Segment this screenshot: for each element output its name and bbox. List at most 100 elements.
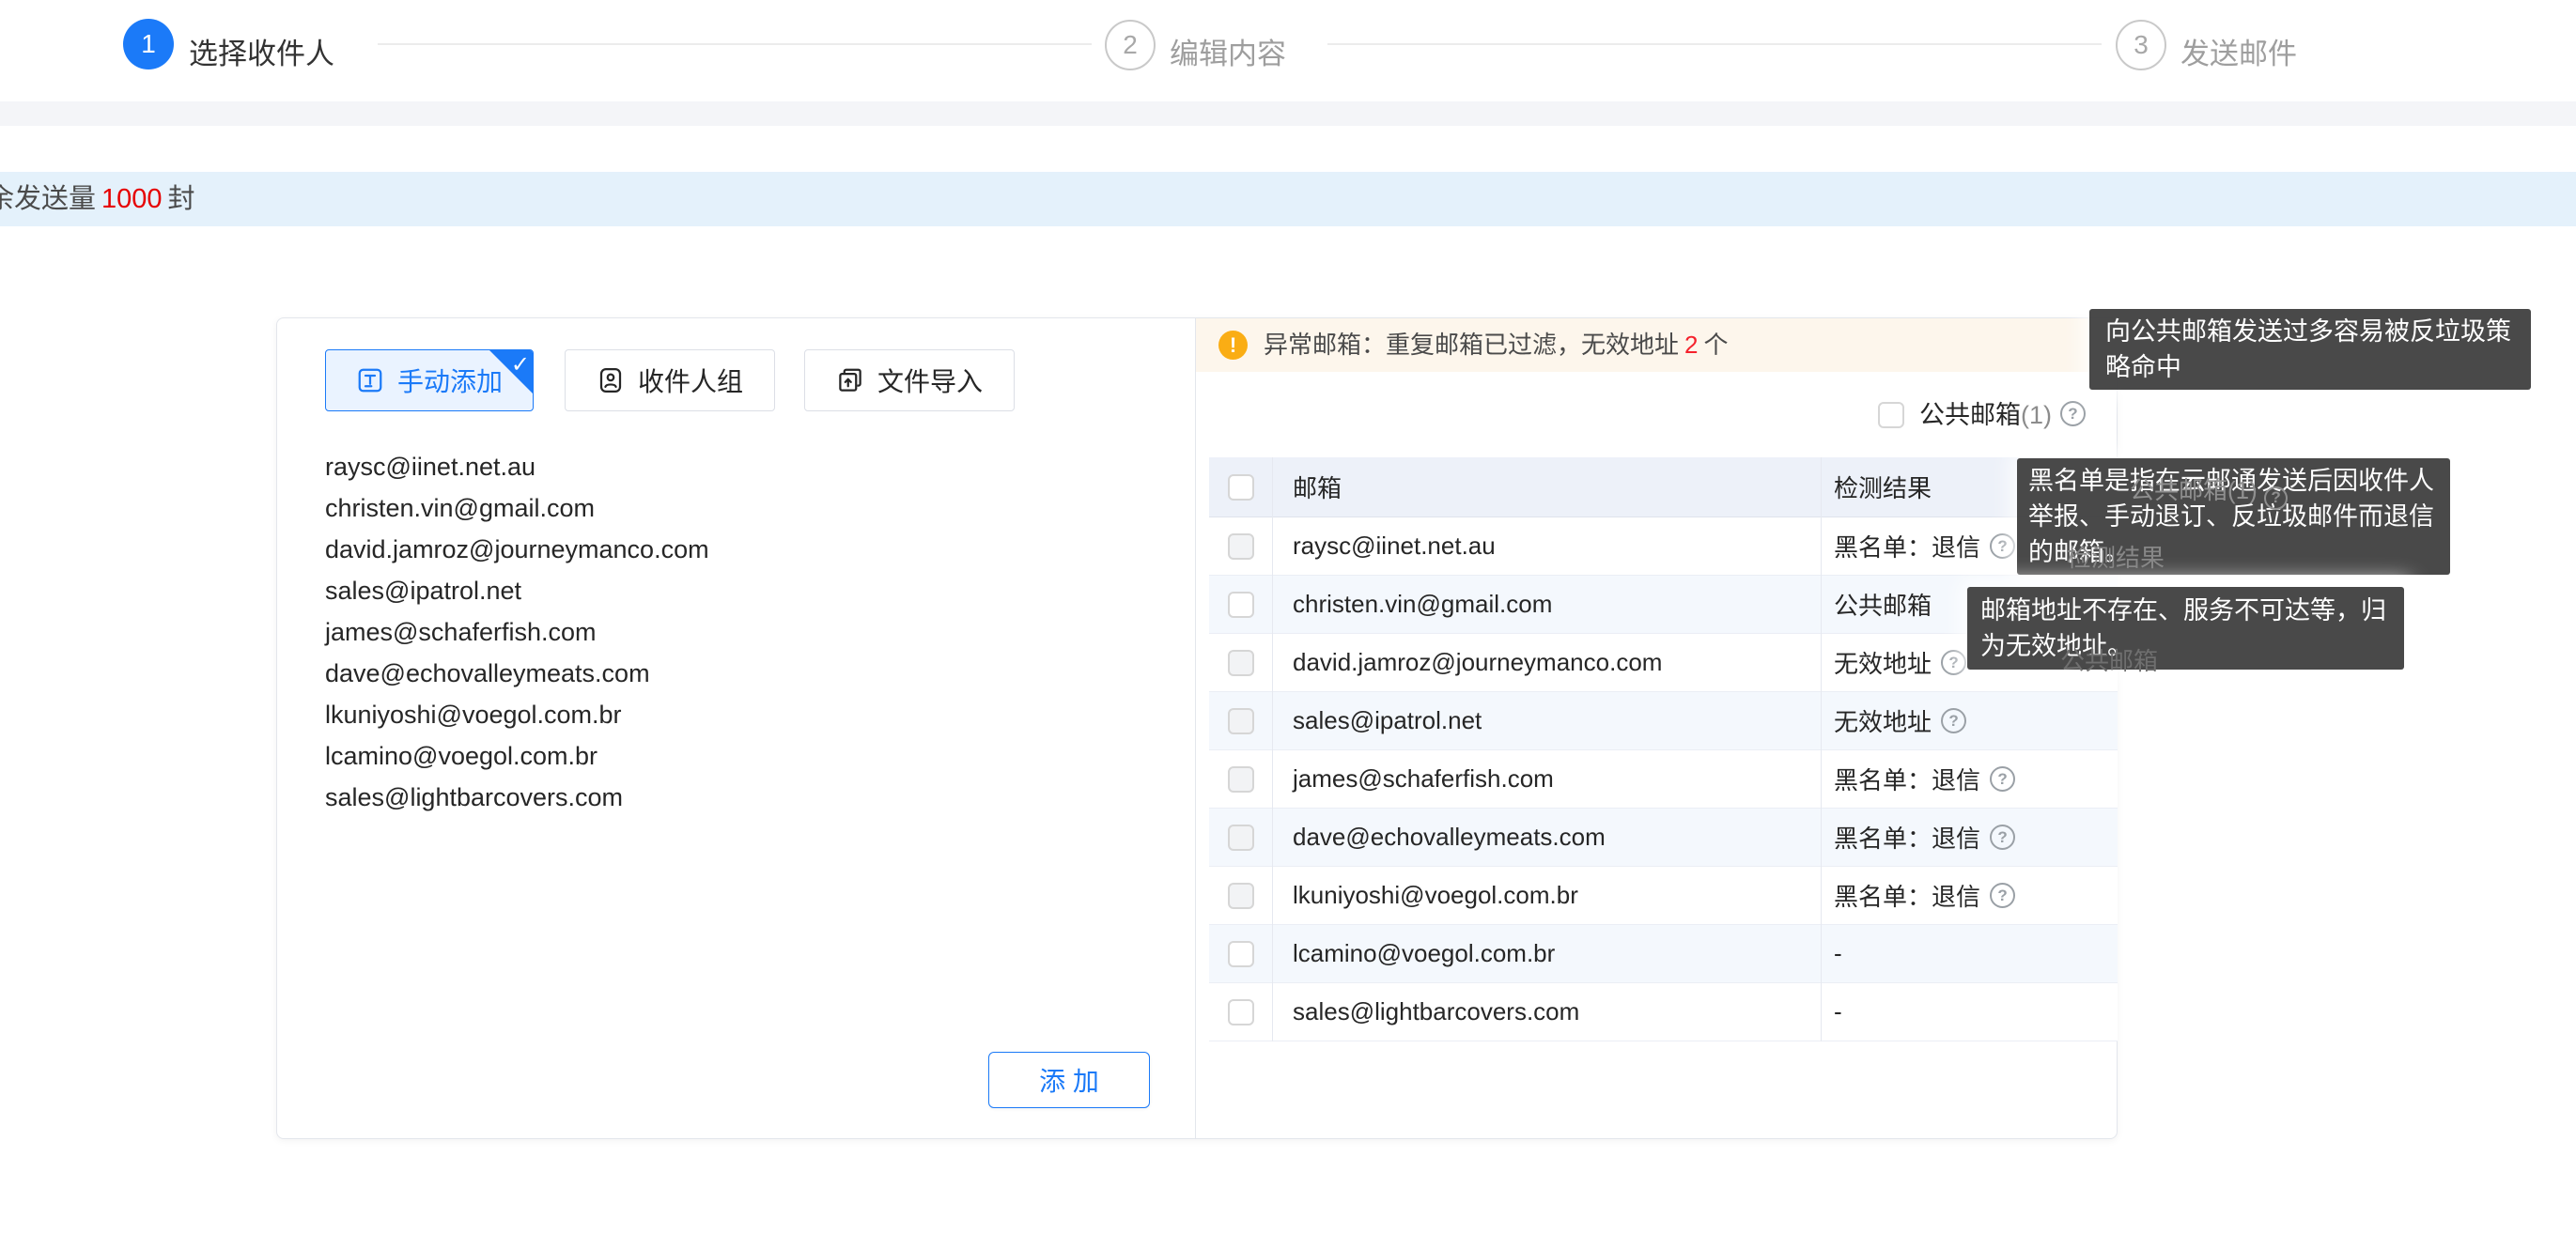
result-help-icon[interactable]: [1990, 883, 2015, 908]
row-checkbox[interactable]: [1228, 883, 1254, 909]
email-line: christen.vin@gmail.com: [325, 487, 1133, 529]
tab-manual-add-label: 手动添加: [397, 362, 503, 399]
quota-value: 1000: [96, 184, 168, 214]
tooltip-line: 略命中: [2105, 349, 2515, 385]
quota-bar: 余发送量1000封: [0, 172, 2576, 226]
row-checkbox[interactable]: [1228, 592, 1254, 618]
recipient-card: 手动添加 收件人组 文件导入: [276, 317, 2118, 1139]
bulk-mail-send-page: 1 选择收件人 2 编辑内容 3 发送邮件 余发送量1000封 手动添加: [0, 0, 2576, 1249]
step-connector: [1327, 43, 2102, 45]
step-2-circle: 2: [1105, 20, 1156, 70]
public-mailbox-checkbox[interactable]: [1878, 402, 1904, 428]
table-row: sales@ipatrol.net 无效地址: [1209, 692, 2118, 750]
check-result-pane: 异常邮箱：重复邮箱已过滤，无效地址2个 公共邮箱(1) 邮箱 检测结果: [1195, 318, 2118, 1138]
table-row: lkuniyoshi@voegol.com.br 黑名单：退信: [1209, 867, 2118, 925]
tab-recipient-group-label: 收件人组: [638, 362, 743, 399]
row-checkbox[interactable]: [1228, 766, 1254, 793]
public-mailbox-help-icon[interactable]: [2060, 401, 2086, 426]
row-result: -: [1834, 939, 1842, 968]
manual-add-icon: [356, 366, 384, 394]
tab-manual-add[interactable]: 手动添加: [325, 349, 534, 411]
email-line: lkuniyoshi@voegol.com.br: [325, 694, 1133, 735]
warning-prefix: 异常邮箱：重复邮箱已过滤，无效地址: [1264, 331, 1679, 359]
ghost-public-mailbox-label: 公共邮箱(1): [2130, 471, 2288, 510]
result-help-icon[interactable]: [1941, 708, 1966, 733]
email-line: dave@echovalleymeats.com: [325, 653, 1133, 694]
check-icon: [511, 351, 530, 378]
step-3-label: 发送邮件: [2180, 30, 2297, 72]
result-help-icon[interactable]: [1990, 766, 2015, 792]
row-checkbox[interactable]: [1228, 708, 1254, 734]
tooltip-line: 为无效地址。: [1980, 628, 2391, 664]
row-result: 黑名单：退信: [1834, 878, 1980, 913]
tab-recipient-group[interactable]: 收件人组: [565, 349, 775, 411]
warning-suffix: 个: [1703, 331, 1728, 359]
recipient-group-icon: [597, 366, 625, 394]
public-mailbox-text: 公共邮箱: [1919, 401, 2021, 429]
table-row: james@schaferfish.com 黑名单：退信: [1209, 750, 2118, 809]
result-help-icon[interactable]: [1941, 650, 1966, 675]
table-row: dave@echovalleymeats.com 黑名单：退信: [1209, 809, 2118, 867]
step-1-circle: 1: [123, 19, 174, 69]
email-line: david.jamroz@journeymanco.com: [325, 529, 1133, 570]
row-email: raysc@iinet.net.au: [1272, 532, 1821, 561]
warning-icon: [1218, 331, 1248, 360]
stepper: 1 选择收件人 2 编辑内容 3 发送邮件: [0, 0, 2576, 101]
table-row: lcamino@voegol.com.br -: [1209, 925, 2118, 983]
row-email: james@schaferfish.com: [1272, 764, 1821, 794]
row-email: dave@echovalleymeats.com: [1272, 823, 1821, 852]
divider-band: [0, 101, 2576, 126]
ghost-help-icon: [2264, 486, 2288, 510]
check-result-table: 邮箱 检测结果 raysc@iinet.net.au 黑名单：退信 christ…: [1209, 457, 2118, 1041]
row-result: 黑名单：退信: [1834, 820, 1980, 855]
file-import-icon: [836, 366, 864, 394]
invalid-count: 2: [1679, 331, 1703, 359]
select-all-checkbox[interactable]: [1228, 474, 1254, 501]
public-mailbox-count: (1): [2021, 401, 2052, 429]
ghost-result-header: 检测结果: [2067, 539, 2165, 574]
public-mailbox-filter-row: 公共邮箱(1): [1196, 399, 2118, 431]
tab-file-import[interactable]: 文件导入: [804, 349, 1015, 411]
step-1-label: 选择收件人: [189, 30, 334, 72]
row-checkbox[interactable]: [1228, 941, 1254, 967]
quota-suffix: 封: [168, 184, 195, 214]
step-2-label: 编辑内容: [1170, 30, 1286, 72]
tooltip-line: 向公共邮箱发送过多容易被反垃圾策: [2105, 314, 2515, 349]
tooltip-public-mailbox: 向公共邮箱发送过多容易被反垃圾策 略命中: [2089, 309, 2531, 390]
step-connector: [378, 43, 1092, 45]
row-result: 黑名单：退信: [1834, 762, 1980, 796]
row-result: 黑名单：退信: [1834, 529, 1980, 563]
row-email: david.jamroz@journeymanco.com: [1272, 648, 1821, 677]
row-email: lcamino@voegol.com.br: [1272, 939, 1821, 968]
row-checkbox[interactable]: [1228, 825, 1254, 851]
ghost-public-mailbox: 公共邮箱: [2060, 642, 2158, 677]
row-email: lkuniyoshi@voegol.com.br: [1272, 881, 1821, 910]
row-result: 无效地址: [1834, 645, 1932, 680]
abnormal-mailbox-banner: 异常邮箱：重复邮箱已过滤，无效地址2个: [1196, 318, 2118, 372]
row-email: sales@lightbarcovers.com: [1272, 997, 1821, 1026]
table-row: raysc@iinet.net.au 黑名单：退信: [1209, 517, 2118, 576]
email-line: lcamino@voegol.com.br: [325, 735, 1133, 777]
add-button[interactable]: 添 加: [988, 1052, 1150, 1108]
quota-prefix: 余发送量: [0, 184, 96, 214]
result-help-icon[interactable]: [1990, 825, 2015, 850]
email-line: sales@lightbarcovers.com: [325, 777, 1133, 818]
public-mailbox-label: 公共邮箱(1): [1919, 399, 2052, 431]
column-header-email: 邮箱: [1272, 470, 1821, 504]
email-input-area[interactable]: raysc@iinet.net.au christen.vin@gmail.co…: [325, 446, 1133, 818]
row-result: -: [1834, 997, 1842, 1026]
step-1-number: 1: [141, 29, 156, 59]
column-divider: [1272, 457, 1273, 1041]
row-checkbox[interactable]: [1228, 999, 1254, 1025]
step-2-number: 2: [1123, 30, 1138, 60]
tooltip-invalid-address: 邮箱地址不存在、服务不可达等，归 为无效地址。: [1967, 587, 2404, 670]
result-help-icon[interactable]: [1990, 533, 2015, 559]
quota-text: 余发送量1000封: [0, 172, 195, 226]
table-row: sales@lightbarcovers.com -: [1209, 983, 2118, 1041]
row-checkbox[interactable]: [1228, 650, 1254, 676]
row-result: 公共邮箱: [1834, 587, 1932, 622]
email-line: raysc@iinet.net.au: [325, 446, 1133, 487]
row-checkbox[interactable]: [1228, 533, 1254, 560]
step-3-number: 3: [2134, 30, 2149, 60]
table-header: 邮箱 检测结果: [1209, 457, 2118, 517]
